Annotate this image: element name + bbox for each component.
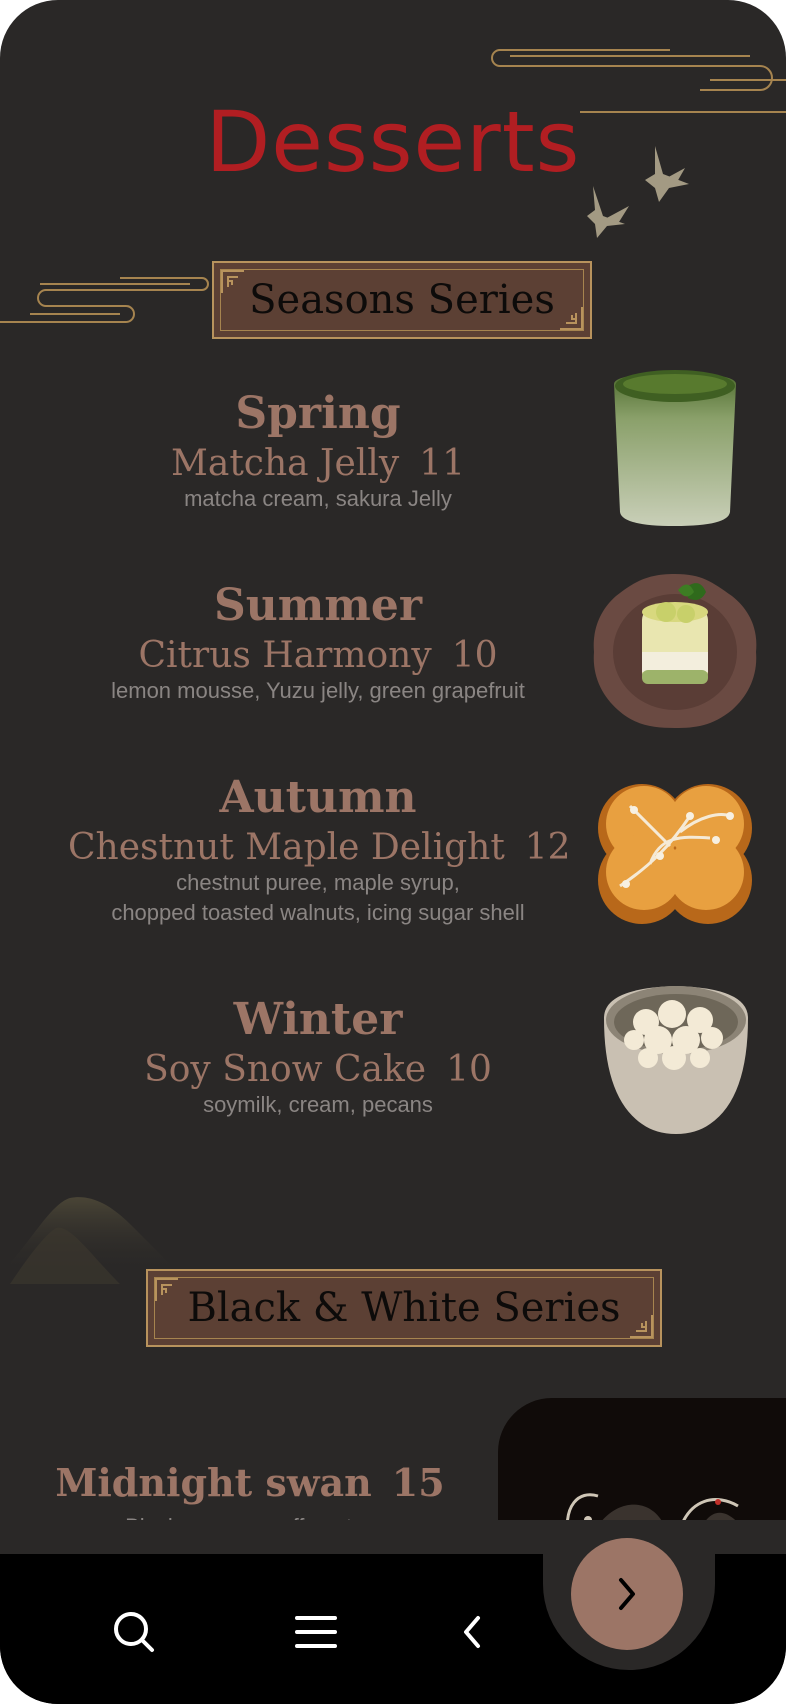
series-title: Black & White Series bbox=[187, 1285, 621, 1331]
next-button[interactable] bbox=[571, 1538, 683, 1650]
dish-price: 15 bbox=[391, 1460, 445, 1505]
dish-name-row: Citrus Harmony 10 bbox=[68, 638, 568, 674]
corner-ornament-icon bbox=[630, 1315, 653, 1338]
seasons-series-banner: Seasons Series bbox=[212, 261, 592, 339]
menu-screen: Desserts Seasons Series Spring Matcha Je… bbox=[0, 0, 786, 1704]
season-label: Autumn bbox=[219, 772, 417, 823]
corner-ornament-icon bbox=[560, 307, 583, 330]
citrus-harmony-photo[interactable] bbox=[592, 572, 758, 730]
dish-ingredients: lemon mousse, Yuzu jelly, green grapefru… bbox=[111, 678, 525, 703]
dish-name-row: Midnight swan 15 bbox=[40, 1464, 460, 1502]
dish-price: 12 bbox=[524, 827, 571, 868]
corner-ornament-icon bbox=[221, 270, 244, 293]
dish-ingredients: soymilk, cream, pecans bbox=[203, 1092, 433, 1117]
dish-name-row: Soy Snow Cake 10 bbox=[68, 1052, 568, 1088]
midnight-swan-photo[interactable] bbox=[498, 1398, 786, 1520]
dish-ingredients: chestnut puree, maple syrup, bbox=[176, 870, 460, 895]
menu-item-autumn[interactable]: Autumn Chestnut Maple Delight 12 chestnut… bbox=[68, 772, 571, 928]
menu-item-spring[interactable]: Spring Matcha Jelly 11 matcha cream, saku… bbox=[68, 392, 568, 514]
swan-pastry-icon bbox=[566, 1493, 739, 1520]
season-label: Summer bbox=[213, 580, 423, 631]
season-label: Winter bbox=[233, 994, 403, 1045]
search-icon[interactable] bbox=[106, 1604, 162, 1660]
dish-name: Midnight swan bbox=[55, 1460, 372, 1505]
mountain-decoration-icon bbox=[0, 1197, 180, 1284]
series-title: Seasons Series bbox=[249, 277, 555, 323]
menu-item-winter[interactable]: Winter Soy Snow Cake 10 soymilk, cream, p… bbox=[68, 998, 568, 1120]
dish-name-row: Chestnut Maple Delight 12 bbox=[68, 827, 571, 868]
black-white-series-banner: Black & White Series bbox=[146, 1269, 662, 1347]
forward-icon bbox=[619, 1578, 635, 1610]
dish-ingredients: chopped toasted walnuts, icing sugar she… bbox=[111, 900, 525, 925]
menu-item-summer[interactable]: Summer Citrus Harmony 10 lemon mousse, Yu… bbox=[68, 584, 568, 706]
dish-name: Chestnut Maple Delight bbox=[68, 827, 505, 868]
page-title: Desserts bbox=[205, 93, 581, 191]
dish-name: Matcha Jelly bbox=[171, 443, 400, 484]
chestnut-maple-photo[interactable] bbox=[590, 776, 760, 932]
dish-price: 11 bbox=[419, 443, 465, 484]
dish-price: 10 bbox=[451, 635, 498, 676]
dish-name: Soy Snow Cake bbox=[144, 1049, 427, 1090]
menu-icon[interactable] bbox=[288, 1604, 344, 1660]
corner-ornament-icon bbox=[155, 1278, 178, 1301]
dish-name-row: Matcha Jelly 11 bbox=[68, 446, 568, 482]
matcha-jelly-photo[interactable] bbox=[608, 366, 742, 528]
cloud-decoration-icon bbox=[0, 277, 209, 323]
soy-snow-cake-photo[interactable] bbox=[600, 978, 752, 1134]
dish-name: Citrus Harmony bbox=[138, 635, 432, 676]
back-icon[interactable] bbox=[444, 1604, 500, 1660]
dish-ingredients: matcha cream, sakura Jelly bbox=[184, 486, 452, 511]
season-label: Spring bbox=[235, 388, 401, 439]
dish-price: 10 bbox=[446, 1049, 492, 1090]
